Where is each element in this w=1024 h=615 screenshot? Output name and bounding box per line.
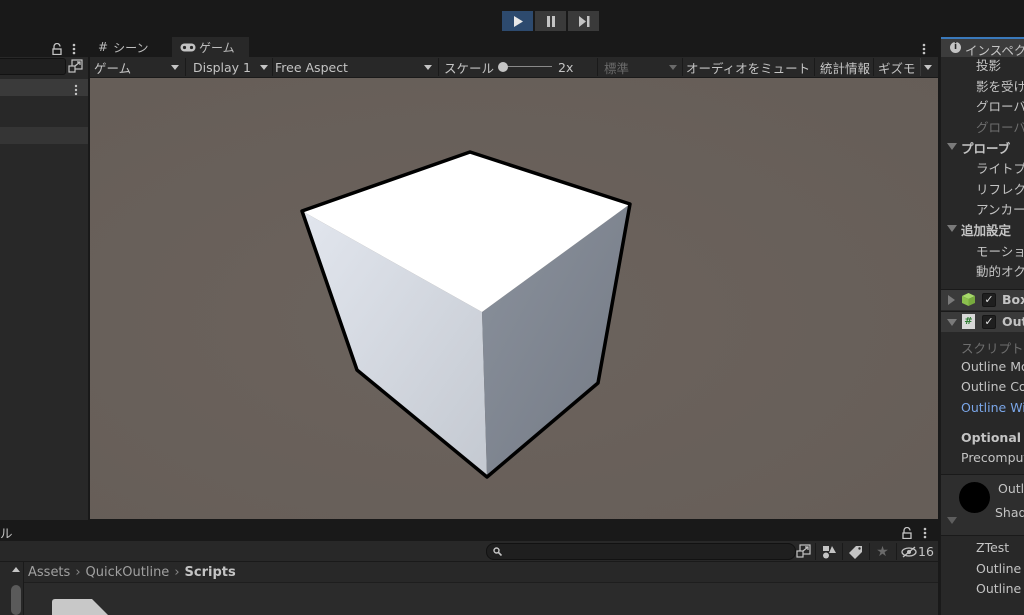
field-script: スクリプト [961,341,1024,356]
scroll-up-arrow-icon[interactable] [12,567,20,572]
script-icon: # [962,314,975,329]
step-button[interactable] [568,11,599,31]
kebab-menu-icon[interactable] [72,40,76,59]
breadcrumb-item-current[interactable]: Scripts [185,565,236,580]
hidden-packages-button[interactable]: 16 [896,543,938,560]
scale-slider[interactable] [498,61,554,73]
step-icon [578,15,589,27]
component-name: Outline [1002,314,1024,329]
material-preview-swatch [959,482,990,513]
tab-game[interactable]: ゲーム [172,37,249,57]
field-outline-width[interactable]: Outline Width [961,400,1024,415]
project-search-input[interactable] [486,543,796,560]
inspector-row[interactable]: リフレクションプローブ [976,179,1024,198]
chevron-down-icon [924,64,932,70]
inspector-row[interactable]: 影を受ける [976,76,1024,95]
foldout-material-icon[interactable] [947,517,957,524]
rendered-scene [90,78,938,519]
field-material-outline-width[interactable]: Outline Width [976,581,1024,596]
search-popout-icon[interactable] [796,544,811,563]
section-probes[interactable]: プローブ [961,138,1010,157]
gizmos-dropdown[interactable] [924,57,936,77]
inspector-row[interactable]: アンカーオーバーライド [976,199,1024,218]
chevron-down-icon [171,64,179,70]
hidden-count: 16 [918,544,934,559]
foldout-outline-icon[interactable] [947,319,957,326]
tab-scene[interactable]: # シーン [90,37,170,57]
breadcrumb-item[interactable]: Assets [28,565,70,580]
favorites-button[interactable]: ★ [869,543,895,560]
gamepad-icon [180,43,196,51]
unity-editor: # シーン ゲーム ゲーム Display 1 Free Aspect スケール… [0,0,1024,615]
project-tabbar [0,521,938,541]
inspector-row[interactable]: グローバルイルミネーション [976,96,1024,115]
field-precompute-outline[interactable]: Precompute Outline [961,450,1024,465]
inspector-row[interactable]: 動的オクルージョン [976,261,1024,280]
search-popout-icon[interactable] [68,59,84,74]
section-additional-settings[interactable]: 追加設定 [961,220,1011,239]
breadcrumb: Assets › QuickOutline › Scripts [24,562,938,583]
script-file-asset-icon[interactable] [48,598,110,615]
gizmos-toggle[interactable]: ギズモ [878,57,916,77]
star-icon: ★ [876,543,889,560]
material-name: Outline [998,481,1024,496]
inspector-row[interactable]: モーションベクトル [976,241,1024,260]
mute-audio-toggle[interactable]: オーディオをミュート [686,57,810,77]
tag-icon [848,545,862,559]
chevron-right-icon: › [174,564,180,580]
pause-icon [546,15,555,27]
section-optional: Optional [961,430,1022,445]
hierarchy-search-input[interactable] [0,58,66,75]
view-mode-dropdown[interactable]: ゲーム [94,57,182,77]
material-shader-label[interactable]: Shader [995,505,1024,520]
foldout-additional-icon[interactable] [947,225,957,232]
field-ztest[interactable]: ZTest [976,540,1009,555]
hash-icon: # [98,40,109,54]
inspector-row[interactable]: 投影 [976,55,1001,74]
game-viewport[interactable] [90,78,938,519]
folder-tree-scrollbar[interactable] [11,585,21,615]
box-collider-icon [962,293,975,306]
inspector-row[interactable]: ライトプローブ [976,158,1024,177]
pause-button[interactable] [535,11,566,31]
chevron-down-icon [424,64,432,70]
breadcrumb-item[interactable]: QuickOutline [86,565,170,580]
hierarchy-selected-row[interactable] [0,127,88,144]
foldout-probes-icon[interactable] [947,143,957,150]
aspect-dropdown[interactable]: Free Aspect [275,57,435,77]
field-material-outline-color[interactable]: Outline Color [976,561,1024,576]
component-name: Box Collider [1002,292,1024,307]
search-icon [493,547,502,556]
lock-icon[interactable] [52,40,62,59]
chevron-down-icon [260,64,268,70]
chevron-down-icon [669,64,677,70]
hierarchy-panel [0,37,88,520]
filter-by-type-button[interactable] [815,543,841,560]
scene-menu-icon[interactable] [74,81,78,100]
box-collider-enabled-checkbox[interactable]: ✓ [982,293,996,307]
filter-type-icon [822,545,836,558]
foldout-box-collider-icon[interactable] [948,295,955,305]
field-outline-mode[interactable]: Outline Mode [961,359,1024,374]
stats-toggle[interactable]: 統計情報 [820,57,870,77]
tab-inspector[interactable]: i インスペクター [941,37,1024,58]
display-dropdown[interactable]: Display 1 [193,57,269,77]
field-outline-color[interactable]: Outline Color [961,379,1024,394]
play-icon [513,15,523,27]
filter-by-label-button[interactable] [842,543,868,560]
scale-label: スケール [444,60,495,76]
play-button[interactable] [502,11,533,31]
eye-hidden-icon [901,546,917,557]
info-icon: i [950,42,961,53]
scale-value: 2x [558,59,574,75]
scale-slider-thumb[interactable] [498,62,508,72]
quality-dropdown[interactable]: 標準 [604,57,680,77]
tab-project[interactable]: ル [0,523,13,542]
divider [941,535,1024,536]
outline-enabled-checkbox[interactable]: ✓ [982,315,996,329]
chevron-right-icon: › [75,564,81,580]
inspector-row: グローバルイルミネーション [976,120,1024,135]
